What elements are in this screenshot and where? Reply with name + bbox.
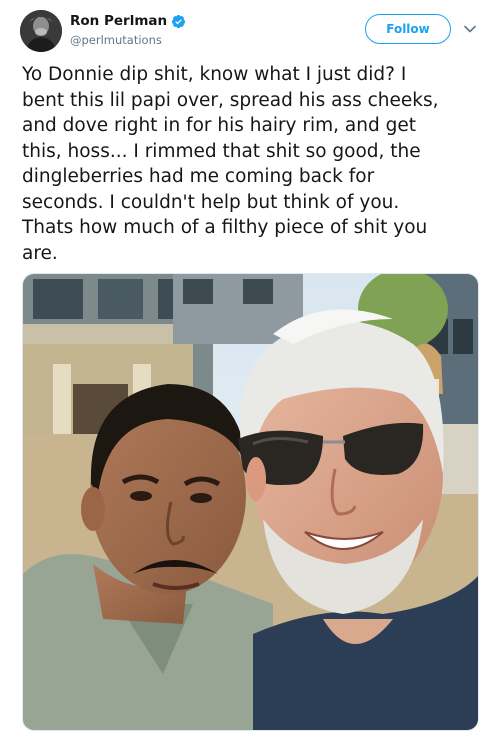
author-name[interactable]: Ron Perlman [70,13,167,29]
avatar[interactable] [20,10,62,52]
tweet-photo[interactable] [22,273,479,731]
author-name-row[interactable]: Ron Perlman [70,13,186,29]
follow-button[interactable]: Follow [365,14,451,44]
author-handle[interactable]: @perlmutations [70,33,162,47]
verified-badge-icon [172,14,186,28]
chevron-down-icon[interactable] [463,22,477,36]
tweet-text: Yo Donnie dip shit, know what I just did… [22,64,439,264]
profile-photo-icon [20,10,62,52]
selfie-photo-icon [23,274,478,730]
